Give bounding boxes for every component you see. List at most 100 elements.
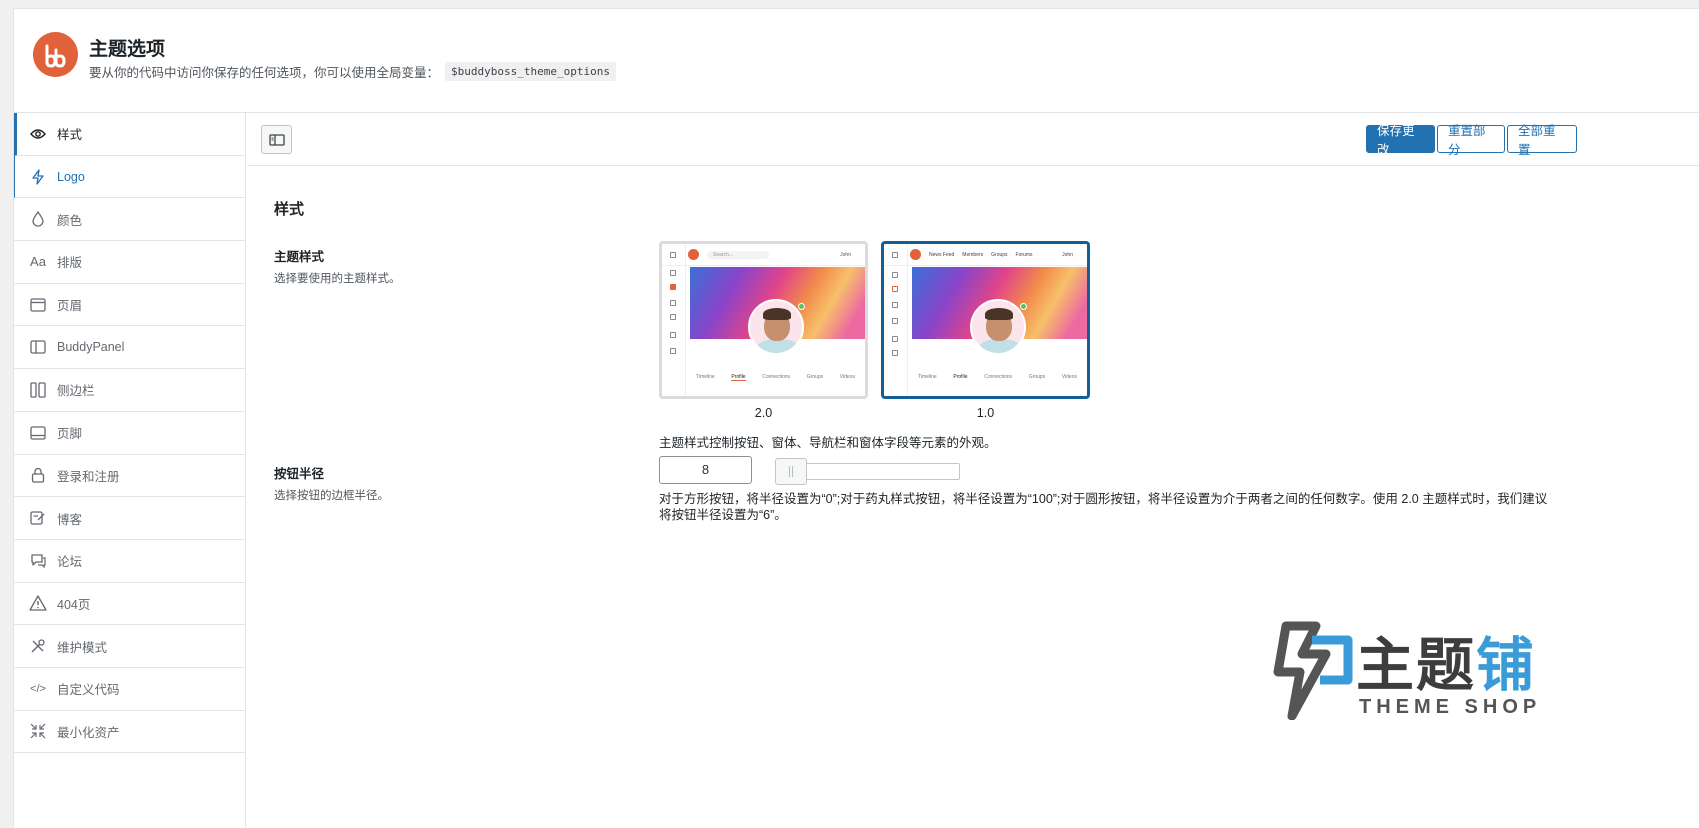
watermark-title-main: 主题 [1356,633,1477,698]
preview-dot [670,300,676,306]
preview-tab: Groups [1028,374,1046,380]
theme-style-description: 选择要使用的主题样式。 [274,273,401,285]
avatar-shirt [978,339,1022,353]
buddyboss-logo [33,32,78,77]
sidebar-item-label: 维护模式 [57,640,108,655]
preview-dot [892,350,898,356]
theme-style-caption-2-0: 2.0 [754,406,773,420]
edit-icon [29,509,47,527]
preview-user: John [840,251,851,258]
sidebar-toggle-icon [268,133,285,146]
preview-dot [670,332,676,338]
sidebar-item-style[interactable]: 样式 [14,113,245,156]
sidebar-item-buddypanel[interactable]: BuddyPanel [14,326,245,370]
theme-style-option-2-0[interactable]: Search... John Timeline Profile Connecti… [659,241,868,399]
bolt-icon [29,168,47,186]
preview-tab: Timeline [918,374,937,380]
tools-icon [29,637,47,655]
sidebar-item-typography[interactable]: Aa 排版 [14,241,245,284]
preview-nav-item: Members [962,251,984,258]
button-radius-help: 对于方形按钮，将半径设置为“0”;对于药丸样式按钮，将半径设置为“100”;对于… [659,492,1548,522]
preview-tab: Timeline [696,374,715,380]
preview-avatar [970,299,1026,355]
preview-tab: Groups [806,374,824,380]
options-toolbar: 保存更改 重置部分 全部重置 [247,113,1699,166]
preview-tab: Profile [953,374,968,380]
reset-section-button[interactable]: 重置部分 [1437,124,1505,157]
preview-sidebar [884,244,908,396]
avatar-hair [763,308,791,320]
options-content: 样式 主题样式 选择要使用的主题样式。 Search... John Timel… [247,167,1699,828]
watermark-title-accent: 铺 [1476,633,1537,698]
sidebar-item-forums[interactable]: 论坛 [14,540,245,583]
options-sidebar: 样式 Logo 颜色 Aa 排版 页眉 BuddyPanel 侧边栏 页脚 登录… [14,113,246,828]
save-changes-button[interactable]: 保存更改 [1366,124,1435,157]
preview-dot [892,272,898,278]
preview-dot [892,336,898,342]
sidebar-item-label: 页眉 [57,299,83,314]
theme-shop-logo-icon [1273,621,1353,720]
global-variable-code: $buddyboss_theme_options [445,62,616,81]
reset-all-button[interactable]: 全部重置 [1507,124,1577,157]
preview-dot [892,286,898,292]
sidebar-item-label: 排版 [57,256,83,271]
preview-topbar: Search... John [662,244,865,266]
preview-online-dot [1020,303,1027,310]
sidebar-item-label: 论坛 [57,555,83,570]
sidebar-item-footer[interactable]: 页脚 [14,412,245,455]
avatar-shirt [756,339,800,353]
section-title: 样式 [274,201,305,218]
preview-dot [670,314,676,320]
preview-tab: Profile [731,374,746,381]
sidebar-item-label: 自定义代码 [57,683,120,698]
preview-nav-item: Groups [991,251,1008,258]
avatar-hair [985,308,1013,320]
sidebar-item-label: 登录和注册 [57,469,120,484]
theme-style-help: 主题样式控制按钮、窗体、导航栏和窗体字段等元素的外观。 [659,436,997,450]
preview-search: Search... [707,250,769,259]
sidebar-item-minify-assets[interactable]: 最小化资产 [14,711,245,754]
sidebar-item-custom-code[interactable]: </> 自定义代码 [14,668,245,711]
sidebar-item-login-register[interactable]: 登录和注册 [14,455,245,498]
sidebar-item-label: 博客 [57,512,83,527]
columns-icon [29,381,47,399]
preview-user: John [1062,251,1073,258]
sidebar-item-label: BuddyPanel [57,340,125,355]
page-title: 主题选项 [89,39,166,60]
compress-icon [29,722,47,740]
typography-icon: Aa [30,254,46,270]
page-description-text: 要从你的代码中访问你保存的任何选项，你可以使用全局变量： [89,66,440,80]
sidebar-item-label: 页脚 [57,427,83,442]
theme-style-label: 主题样式 [274,250,325,264]
watermark-title: 主题铺 [1356,618,1536,702]
sidebar-item-label: 最小化资产 [57,725,120,740]
preview-dot [670,270,676,276]
sidebar-item-label: 404页 [57,597,91,612]
sidebar-toggle-button[interactable] [261,125,292,154]
preview-nav-item: News Feed [929,251,955,258]
chat-icon [29,552,47,570]
panel-icon [29,338,47,356]
preview-online-dot [798,303,805,310]
button-radius-input[interactable]: 8 [659,456,752,484]
preview-dot [892,302,898,308]
button-radius-slider-handle[interactable] [775,458,807,485]
preview-tab: Videos [1061,374,1077,380]
preview-logo [688,249,699,260]
sidebar-item-404[interactable]: 404页 [14,583,245,626]
slider-grip [789,466,790,477]
watermark-subtitle: THEME SHOP [1359,696,1542,718]
sidebar-item-logo[interactable]: Logo [14,155,245,199]
sidebar-item-label: 样式 [57,128,83,143]
theme-style-option-1-0[interactable]: News Feed Members Groups Forums John Tim… [881,241,1090,399]
sidebar-item-maintenance[interactable]: 维护模式 [14,625,245,668]
theme-shop-watermark: 主题铺 THEME SHOP [1256,618,1556,728]
sidebar-item-sidebars[interactable]: 侧边栏 [14,369,245,412]
header-icon [29,296,47,314]
sidebar-item-header[interactable]: 页眉 [14,284,245,327]
sidebar-item-colors[interactable]: 颜色 [14,198,245,242]
preview-avatar [748,299,804,355]
page-description: 要从你的代码中访问你保存的任何选项，你可以使用全局变量： $buddyboss_… [89,62,616,81]
sidebar-item-label: 侧边栏 [57,384,95,399]
sidebar-item-blog[interactable]: 博客 [14,497,245,540]
